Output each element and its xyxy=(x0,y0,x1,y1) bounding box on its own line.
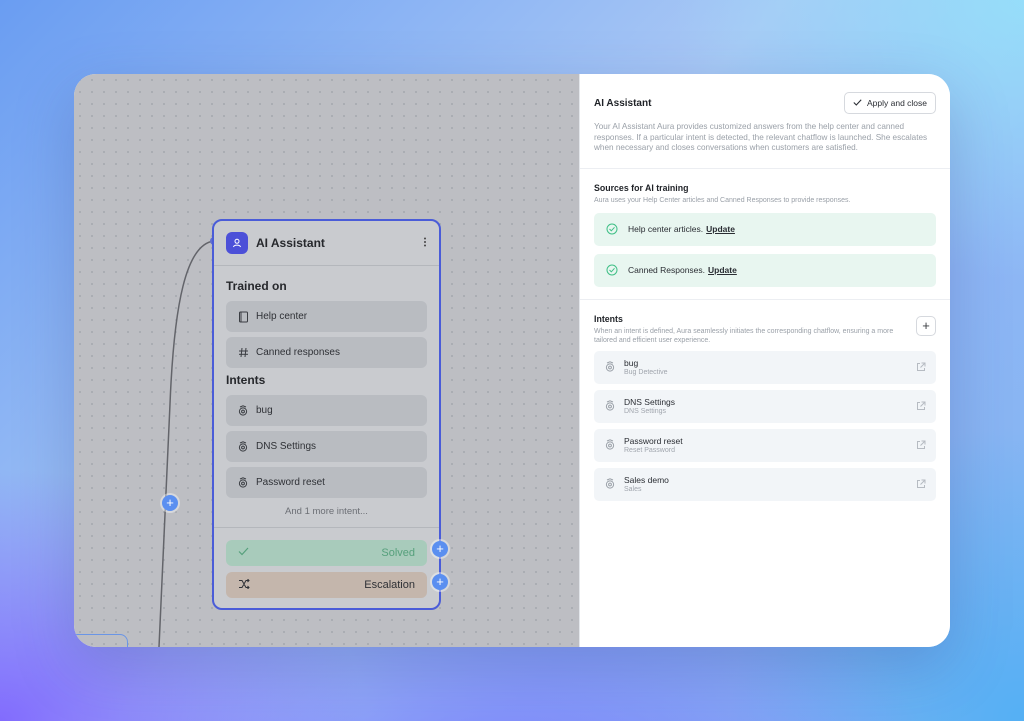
book-icon xyxy=(236,311,250,323)
external-link-icon[interactable] xyxy=(916,401,926,411)
node-intent-dns-settings[interactable]: DNS Settings xyxy=(226,431,427,462)
source-label: Help center articles. xyxy=(628,224,704,234)
intent-name: Sales demo xyxy=(624,475,669,485)
apply-and-close-button[interactable]: Apply and close xyxy=(843,92,936,114)
sources-section: Sources for AI training Aura uses your H… xyxy=(580,169,950,300)
node-header: AI Assistant xyxy=(214,221,439,266)
check-circle-icon xyxy=(606,264,618,276)
trained-on-canned-responses[interactable]: Canned responses xyxy=(226,337,427,368)
more-vertical-icon[interactable] xyxy=(423,236,427,250)
update-help-center-link[interactable]: Update xyxy=(706,224,735,234)
intent-name: Password reset xyxy=(624,436,683,446)
intent-label: bug xyxy=(256,405,273,416)
trained-on-label: Help center xyxy=(256,311,308,322)
intent-icon xyxy=(236,476,250,489)
app-window: + AI Assistant Trained on Help center Ca… xyxy=(74,74,950,647)
intent-flow: Bug Detective xyxy=(624,369,668,376)
trained-on-label: Canned responses xyxy=(256,347,340,358)
intents-subtitle: When an intent is defined, Aura seamless… xyxy=(594,327,894,344)
previous-node[interactable] xyxy=(74,634,128,647)
external-link-icon[interactable] xyxy=(916,362,926,372)
intent-item-bug[interactable]: bug Bug Detective xyxy=(594,350,936,384)
apply-label: Apply and close xyxy=(866,98,927,108)
output-escalation-label: Escalation xyxy=(364,579,415,591)
node-intent-bug[interactable]: bug xyxy=(226,395,427,426)
intent-icon xyxy=(604,439,616,451)
node-title: AI Assistant xyxy=(256,236,325,250)
external-link-icon[interactable] xyxy=(916,440,926,450)
output-escalation[interactable]: Escalation xyxy=(226,572,427,598)
add-solved-step-button[interactable]: + xyxy=(432,541,448,557)
intent-item-sales-demo[interactable]: Sales demo Sales xyxy=(594,467,936,501)
external-link-icon[interactable] xyxy=(916,479,926,489)
check-icon xyxy=(853,98,862,108)
hash-icon xyxy=(236,347,250,358)
intent-flow: Reset Password xyxy=(624,447,675,454)
sources-title: Sources for AI training xyxy=(594,182,689,193)
intents-section: Intents When an intent is defined, Aura … xyxy=(580,300,950,513)
source-help-center: Help center articles. Update xyxy=(594,212,936,246)
check-icon xyxy=(238,547,249,559)
sources-subtitle: Aura uses your Help Center articles and … xyxy=(594,196,851,204)
trained-on-help-center[interactable]: Help center xyxy=(226,301,427,332)
assistant-avatar-icon xyxy=(226,232,248,254)
check-circle-icon xyxy=(606,223,618,235)
source-label: Canned Responses. xyxy=(628,265,706,275)
add-intent-button[interactable]: + xyxy=(916,315,936,336)
intent-item-dns-settings[interactable]: DNS Settings DNS Settings xyxy=(594,389,936,423)
ai-assistant-node[interactable]: AI Assistant Trained on Help center Cann… xyxy=(212,219,441,610)
intent-name: bug xyxy=(624,358,639,368)
add-escalation-step-button[interactable]: + xyxy=(432,574,448,590)
settings-panel: AI Assistant Apply and close Your AI Ass… xyxy=(579,74,950,647)
add-step-button[interactable]: + xyxy=(162,495,178,511)
flow-canvas[interactable]: + AI Assistant Trained on Help center Ca… xyxy=(74,74,579,647)
trained-on-heading: Trained on xyxy=(226,279,287,293)
intent-icon xyxy=(236,404,250,417)
intent-icon xyxy=(604,361,616,373)
output-solved-label: Solved xyxy=(381,547,415,559)
panel-description: Your AI Assistant Aura provides customiz… xyxy=(594,122,928,152)
update-canned-responses-link[interactable]: Update xyxy=(708,265,737,275)
intent-flow: DNS Settings xyxy=(624,408,667,415)
intent-item-password-reset[interactable]: Password reset Reset Password xyxy=(594,428,936,462)
intent-flow: Sales xyxy=(624,486,642,493)
intent-label: Password reset xyxy=(256,477,325,488)
intent-name: DNS Settings xyxy=(624,397,676,407)
panel-title: AI Assistant xyxy=(594,97,652,109)
shuffle-icon xyxy=(238,578,250,592)
intent-label: DNS Settings xyxy=(256,441,317,452)
intent-icon xyxy=(604,478,616,490)
source-canned-responses: Canned Responses. Update xyxy=(594,253,936,287)
more-intents-text: And 1 more intent... xyxy=(285,506,368,517)
intents-heading: Intents xyxy=(226,373,266,387)
output-solved[interactable]: Solved xyxy=(226,540,427,566)
intent-icon xyxy=(604,400,616,412)
node-intent-password-reset[interactable]: Password reset xyxy=(226,467,427,498)
intents-title: Intents xyxy=(594,313,623,324)
intent-icon xyxy=(236,440,250,453)
